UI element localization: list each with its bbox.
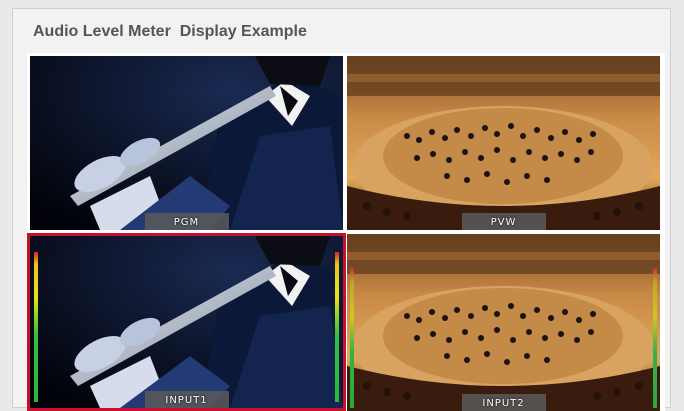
input1-label: INPUT1 [165,395,208,406]
pvw-label: PVW [490,217,517,228]
panel-title: Audio Level Meter Display Example [33,23,307,40]
audio-meter-left [350,268,354,408]
input2-label: INPUT2 [482,398,525,409]
orchestra-hall-image [347,56,660,230]
multiview-display: PGM PVW INPUT1 INPUT2 [27,53,665,411]
input2-tile[interactable]: INPUT2 [347,234,660,411]
flute-player-image [30,236,343,408]
input1-tile[interactable]: INPUT1 [27,233,346,411]
audio-meter-left [34,252,38,402]
pgm-tile[interactable]: PGM [30,56,343,230]
audio-meter-right [653,268,657,408]
orchestra-hall-image [347,234,660,411]
pgm-label: PGM [173,217,200,228]
flute-player-image [30,56,343,230]
pvw-tile[interactable]: PVW [347,56,660,230]
audio-meter-right [335,252,339,402]
